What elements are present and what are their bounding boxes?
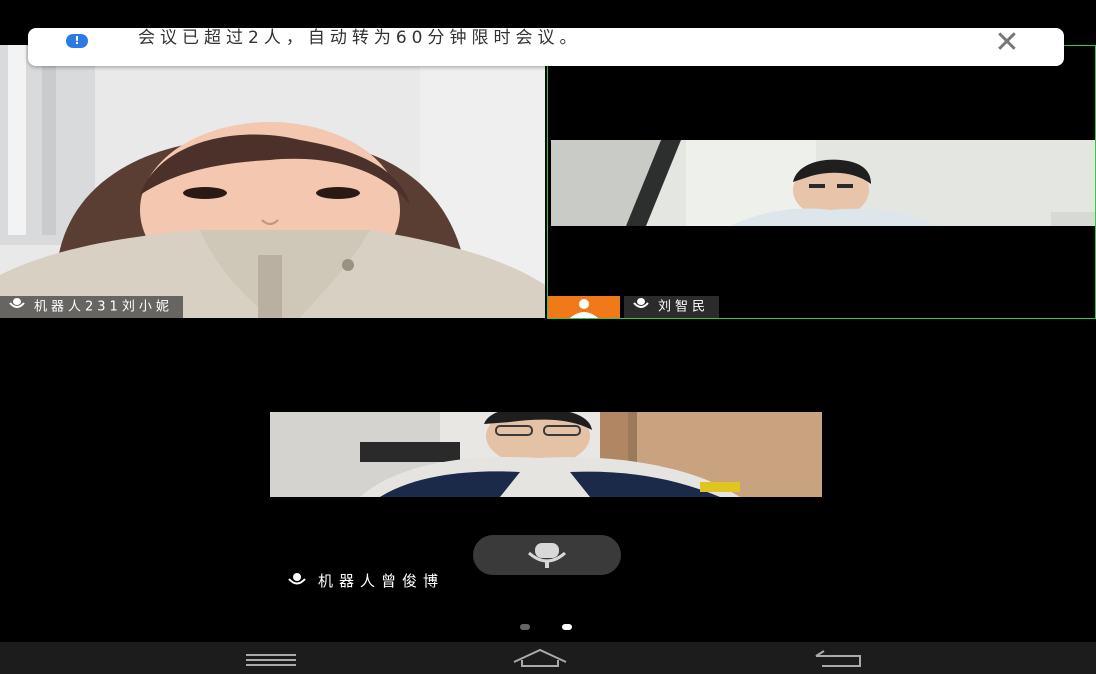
- page-dot-1[interactable]: [520, 624, 530, 630]
- microphone-icon: [528, 543, 566, 568]
- participant-tile-right[interactable]: 刘智民: [547, 45, 1096, 319]
- participant-avatar-badge: [548, 296, 620, 318]
- home-button[interactable]: [510, 642, 570, 674]
- info-icon: !: [66, 34, 88, 48]
- meeting-screen: 机器人231刘小妮 刘智民 ! 会议已超过2人，自动转为60分钟限时会议。 ✕ …: [0, 0, 1096, 674]
- participant-name-bottom-bar: 机器人曾俊博: [286, 570, 444, 591]
- participant-name-left: 机器人231刘小妮: [34, 299, 173, 315]
- system-navigation-bar: [0, 642, 1096, 674]
- back-button[interactable]: [808, 642, 868, 674]
- participant-name-bar-right: 刘智民: [624, 296, 720, 318]
- home-icon: [513, 648, 567, 667]
- back-icon: [815, 650, 861, 667]
- notification-banner: ! 会议已超过2人，自动转为60分钟限时会议。 ✕: [28, 28, 1064, 66]
- microphone-icon: [286, 572, 308, 591]
- self-video[interactable]: [270, 412, 822, 497]
- participant-tile-left[interactable]: 机器人231刘小妮: [0, 45, 545, 318]
- person-icon: [570, 299, 598, 318]
- page-dot-2[interactable]: [562, 624, 572, 630]
- participant-name-right: 刘智民: [658, 299, 710, 315]
- menu-icon: [246, 654, 296, 666]
- participant-video-right: [551, 140, 1095, 226]
- notification-message: 会议已超过2人，自动转为60分钟限时会议。: [138, 28, 582, 48]
- page-indicator: [516, 624, 580, 632]
- participant-name-bottom: 机器人曾俊博: [318, 572, 445, 590]
- mute-toggle-button[interactable]: [473, 535, 621, 575]
- microphone-icon: [632, 296, 650, 318]
- microphone-icon: [8, 296, 26, 318]
- menu-button[interactable]: [240, 642, 300, 674]
- close-icon[interactable]: ✕: [994, 28, 1020, 58]
- participant-video-left: [0, 45, 545, 318]
- participant-name-bar-left: 机器人231刘小妮: [0, 296, 183, 318]
